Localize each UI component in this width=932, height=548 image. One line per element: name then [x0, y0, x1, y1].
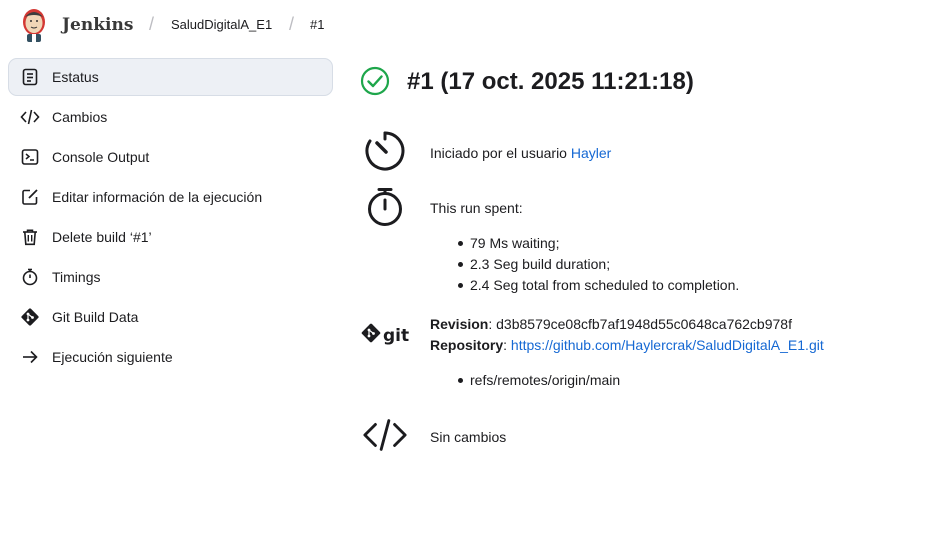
git-icon	[20, 307, 40, 327]
jenkins-logo[interactable]	[20, 7, 48, 43]
revision-value: d3b8579ce08cfb7af1948d55c0648ca762cb978f	[496, 316, 792, 332]
stopwatch-icon	[20, 267, 40, 287]
breadcrumb-separator: /	[149, 14, 155, 34]
sidebar-item-ejecucion-siguiente[interactable]: Ejecución siguiente	[8, 338, 333, 376]
repository-line: Repository: https://github.com/Haylercra…	[430, 337, 824, 353]
sidebar-item-label: Timings	[52, 269, 101, 285]
sidebar-item-label: Delete build ‘#1’	[52, 229, 152, 245]
breadcrumb-job[interactable]: SaludDigitalA_E1	[171, 17, 272, 32]
brand-name[interactable]: Jenkins	[62, 15, 133, 35]
breadcrumb-separator: /	[289, 14, 295, 34]
code-icon	[362, 412, 408, 458]
sidebar-item-label: Git Build Data	[52, 309, 139, 325]
header: Jenkins / SaludDigitalA_E1 / #1	[0, 0, 932, 52]
arrow-right-icon	[20, 347, 40, 367]
trash-icon	[20, 227, 40, 247]
svg-text:git: git	[383, 326, 409, 346]
edit-icon	[20, 187, 40, 207]
list-item: 2.3 Seg build duration;	[458, 256, 610, 272]
sidebar-item-label: Editar información de la ejecución	[52, 189, 263, 205]
sidebar-item-label: Estatus	[52, 69, 99, 85]
sidebar-item-label: Console Output	[52, 149, 150, 165]
changes-text: Sin cambios	[430, 429, 507, 445]
list-item: refs/remotes/origin/main	[458, 372, 620, 388]
breadcrumb-build[interactable]: #1	[310, 17, 324, 32]
git-logo-icon: git	[361, 323, 409, 346]
sidebar-item-editar-informacion[interactable]: Editar información de la ejecución	[8, 178, 333, 216]
terminal-icon	[20, 147, 40, 167]
sidebar-item-timings[interactable]: Timings	[8, 258, 333, 296]
page-title: #1 (17 oct. 2025 11:21:18)	[407, 68, 694, 95]
stopwatch-icon	[362, 184, 408, 230]
code-icon	[20, 107, 40, 127]
sidebar-item-git-build-data[interactable]: Git Build Data	[8, 298, 333, 336]
user-link[interactable]: Hayler	[571, 145, 611, 161]
sidebar-item-cambios[interactable]: Cambios	[8, 98, 333, 136]
repository-label: Repository	[430, 337, 504, 353]
run-spent-label: This run spent:	[430, 200, 523, 216]
list-item: 2.4 Seg total from scheduled to completi…	[458, 277, 739, 293]
sidebar-item-estatus[interactable]: Estatus	[8, 58, 333, 96]
sidebar-item-label: Cambios	[52, 109, 108, 125]
revision-label: Revision	[430, 316, 489, 332]
document-icon	[20, 67, 40, 87]
success-check-icon	[360, 66, 390, 96]
timer-icon	[362, 128, 408, 174]
revision-line: Revision: d3b8579ce08cfb7af1948d55c0648c…	[430, 316, 792, 332]
started-by: Iniciado por el usuario Hayler	[430, 145, 611, 161]
repository-link[interactable]: https://github.com/Haylercrak/SaludDigit…	[511, 337, 824, 353]
sidebar-item-delete-build[interactable]: Delete build ‘#1’	[8, 218, 333, 256]
sidebar-item-console-output[interactable]: Console Output	[8, 138, 333, 176]
list-item: 79 Ms waiting;	[458, 235, 559, 251]
started-by-prefix: Iniciado por el usuario	[430, 145, 567, 161]
sidebar-item-label: Ejecución siguiente	[52, 349, 173, 365]
